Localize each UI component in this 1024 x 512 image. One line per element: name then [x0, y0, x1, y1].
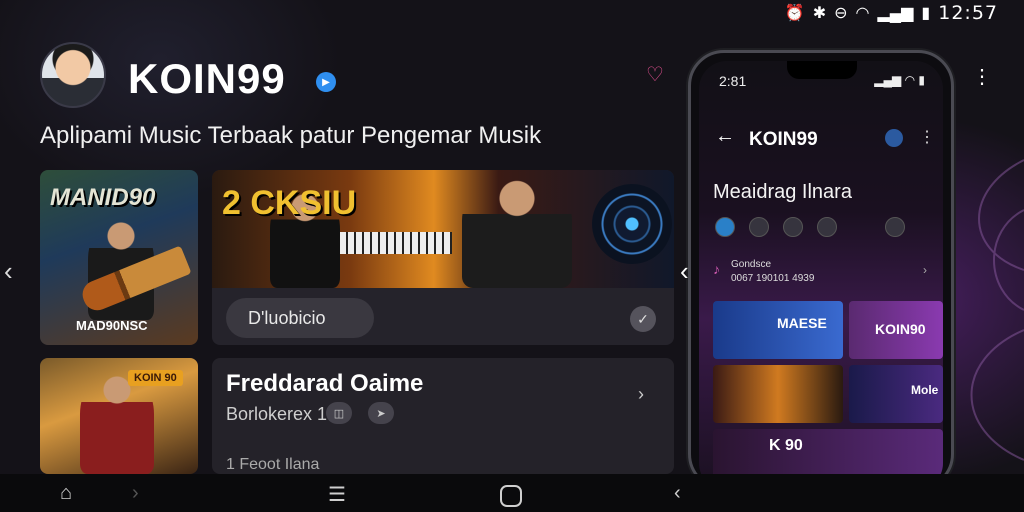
album-card-1[interactable]: MANID90 MAD90NSC: [40, 170, 198, 345]
tile-label: KOIN90: [875, 321, 926, 337]
chevron-right-icon[interactable]: ›: [923, 263, 927, 277]
tile-label: K 90: [769, 437, 803, 454]
alarm-icon: ⏰: [784, 5, 805, 22]
album-title: MANID90: [50, 184, 156, 211]
category-pill-button[interactable]: D'luobicio: [226, 298, 374, 338]
chip-icon[interactable]: [885, 217, 905, 237]
featured-banner: 2 CKSIU: [212, 170, 674, 288]
track-title: Freddarad Oaime: [226, 370, 424, 397]
phone-tile[interactable]: MAESE: [713, 301, 843, 359]
status-time: 12:57: [938, 2, 998, 24]
phone-signal-icon: ▂▄▆ ◠ ▮: [874, 73, 925, 87]
chip-icon[interactable]: [715, 217, 735, 237]
like-icon[interactable]: ◫: [326, 402, 352, 424]
album-badge: KOIN 90: [128, 370, 183, 386]
phone-app-title: KOIN99: [749, 129, 818, 150]
tile-label: MAESE: [777, 315, 827, 331]
status-bar: ⏰ ✱ ⊖ ◠ ▂▄▆ ▮ 12:57: [724, 0, 1024, 26]
artist-image: [462, 176, 572, 288]
heart-icon[interactable]: ♡: [646, 62, 664, 87]
signal-icon: ▂▄▆: [877, 5, 914, 22]
home-icon[interactable]: ⌂: [60, 482, 72, 505]
chip-icon[interactable]: [817, 217, 837, 237]
featured-panel[interactable]: 2 CKSIU D'luobicio ✓: [212, 170, 674, 345]
vinyl-disc-image: [592, 184, 672, 264]
share-icon[interactable]: ➤: [368, 402, 394, 424]
tile-label: Mole: [911, 383, 939, 397]
phone-screen: 2:81 ▂▄▆ ◠ ▮ ← KOIN99 ⋮ Meaidrag Ilnara …: [699, 61, 943, 491]
phone-row-subtitle: 0067 190101 4939: [731, 273, 815, 284]
phone-notch: [787, 61, 857, 79]
brand-title: KOIN99: [128, 55, 286, 102]
forward-icon[interactable]: ›: [132, 482, 139, 505]
phone-tile[interactable]: Mole: [849, 365, 943, 423]
keyboard-image: [332, 232, 452, 254]
artist-image: [80, 374, 154, 474]
track-footer: 1 Feoot Ilana: [226, 456, 320, 473]
chevron-right-icon[interactable]: ›: [638, 384, 644, 405]
phone-status-time: 2:81: [719, 73, 747, 89]
track-panel[interactable]: Freddarad Oaime Borlokerex 1 ◫ ➤ › 1 Feo…: [212, 358, 674, 474]
phone-heading: Meaidrag Ilnara: [713, 181, 852, 203]
back-icon[interactable]: ‹: [674, 482, 681, 505]
tagline: Aplipami Music Terbaak patur Pengemar Mu…: [40, 122, 542, 149]
kebab-menu-icon[interactable]: ⋮: [972, 64, 992, 89]
banner-title: 2 CKSIU: [222, 184, 357, 222]
album-subtitle: MAD90NSC: [76, 318, 148, 333]
battery-icon: ▮: [921, 5, 931, 22]
bottom-navigation: ⌂ › ☰ ‹: [0, 474, 1024, 512]
chevron-left-icon[interactable]: ‹: [680, 256, 689, 287]
wifi-icon: ◠: [855, 5, 870, 22]
phone-tile[interactable]: [713, 365, 843, 423]
phone-row-title: Gondsce: [731, 259, 772, 270]
back-arrow-icon[interactable]: ←: [715, 125, 735, 148]
album-card-2[interactable]: KOIN 90: [40, 358, 198, 474]
chip-icon[interactable]: [749, 217, 769, 237]
menu-icon[interactable]: ☰: [328, 482, 346, 507]
phone-kebab-icon[interactable]: ⋮: [919, 127, 935, 147]
track-subtitle: Borlokerex 1: [226, 404, 328, 424]
phone-tile[interactable]: KOIN90: [849, 301, 943, 359]
home-button-icon[interactable]: [500, 485, 522, 507]
profile-dot-icon[interactable]: [885, 129, 903, 147]
avatar[interactable]: [40, 42, 106, 108]
music-note-icon: ♪: [713, 261, 720, 277]
chevron-left-icon[interactable]: ‹: [4, 256, 13, 287]
phone-mockup: 2:81 ▂▄▆ ◠ ▮ ← KOIN99 ⋮ Meaidrag Ilnara …: [688, 50, 954, 491]
chip-icon[interactable]: [783, 217, 803, 237]
bluetooth-icon: ✱: [812, 5, 827, 22]
play-badge-icon[interactable]: ▶: [316, 72, 336, 92]
dnd-icon: ⊖: [834, 5, 848, 22]
check-icon[interactable]: ✓: [630, 306, 656, 332]
